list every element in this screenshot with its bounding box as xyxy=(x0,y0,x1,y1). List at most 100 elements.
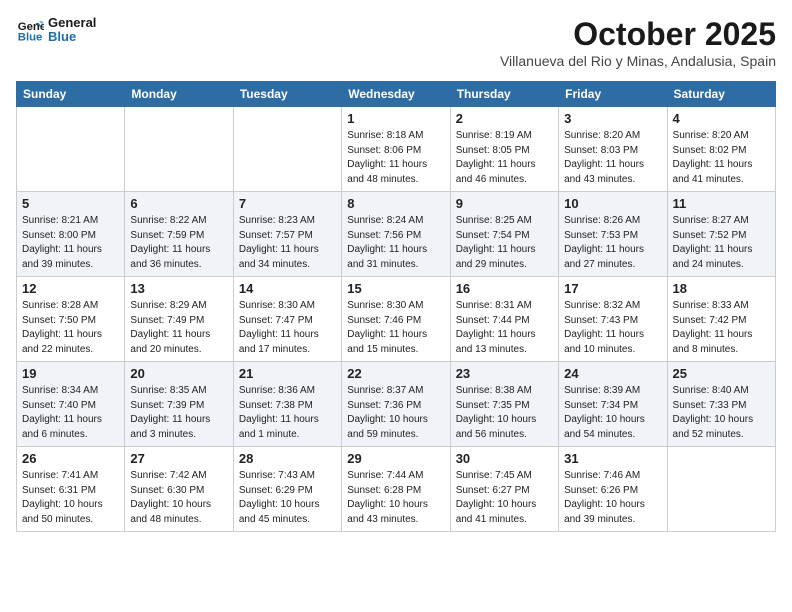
column-header-wednesday: Wednesday xyxy=(342,82,450,107)
day-number: 4 xyxy=(673,111,770,126)
day-number: 30 xyxy=(456,451,553,466)
day-info: Sunrise: 8:20 AM Sunset: 8:02 PM Dayligh… xyxy=(673,129,770,187)
day-info: Sunrise: 8:20 AM Sunset: 8:03 PM Dayligh… xyxy=(564,129,661,187)
day-number: 31 xyxy=(564,451,661,466)
column-header-tuesday: Tuesday xyxy=(233,82,341,107)
calendar-cell: 30 Sunrise: 7:45 AM Sunset: 6:27 PM Dayli… xyxy=(450,447,558,532)
calendar-cell: 28Sunrise: 7:43 AM Sunset: 6:29 PM Dayli… xyxy=(233,447,341,532)
day-number: 19 xyxy=(22,366,119,381)
day-number: 25 xyxy=(673,366,770,381)
day-number: 1 xyxy=(347,111,444,126)
calendar-cell: 16Sunrise: 8:31 AM Sunset: 7:44 PM Dayli… xyxy=(450,277,558,362)
day-info: Sunrise: 8:32 AM Sunset: 7:43 PM Dayligh… xyxy=(564,299,661,357)
day-number: 20 xyxy=(130,366,227,381)
location-subtitle: Villanueva del Rio y Minas, Andalusia, S… xyxy=(500,53,776,69)
day-info: Sunrise: 7:45 AM Sunset: 6:27 PM Dayligh… xyxy=(456,469,553,527)
calendar-cell: 29 Sunrise: 7:44 AM Sunset: 6:28 PM Dayli… xyxy=(342,447,450,532)
column-header-sunday: Sunday xyxy=(17,82,125,107)
day-info: Sunrise: 8:37 AM Sunset: 7:36 PM Dayligh… xyxy=(347,384,444,442)
calendar-table: SundayMondayTuesdayWednesdayThursdayFrid… xyxy=(16,81,776,532)
title-section: October 2025 Villanueva del Rio y Minas,… xyxy=(500,16,776,69)
day-number: 3 xyxy=(564,111,661,126)
day-info: Sunrise: 8:39 AM Sunset: 7:34 PM Dayligh… xyxy=(564,384,661,442)
column-header-thursday: Thursday xyxy=(450,82,558,107)
calendar-cell: 25Sunrise: 8:40 AM Sunset: 7:33 PM Dayli… xyxy=(667,362,775,447)
day-info: Sunrise: 8:38 AM Sunset: 7:35 PM Dayligh… xyxy=(456,384,553,442)
day-number: 13 xyxy=(130,281,227,296)
day-number: 18 xyxy=(673,281,770,296)
calendar-cell: 4 Sunrise: 8:20 AM Sunset: 8:02 PM Daylig… xyxy=(667,107,775,192)
day-info: Sunrise: 8:18 AM Sunset: 8:06 PM Dayligh… xyxy=(347,129,444,187)
day-info: Sunrise: 8:33 AM Sunset: 7:42 PM Dayligh… xyxy=(673,299,770,357)
column-header-saturday: Saturday xyxy=(667,82,775,107)
calendar-week-row: 1 Sunrise: 8:18 AM Sunset: 8:06 PM Daylig… xyxy=(17,107,776,192)
calendar-cell: 24 Sunrise: 8:39 AM Sunset: 7:34 PM Dayli… xyxy=(559,362,667,447)
column-header-monday: Monday xyxy=(125,82,233,107)
logo-text-blue: Blue xyxy=(48,30,96,44)
calendar-cell: 13Sunrise: 8:29 AM Sunset: 7:49 PM Dayli… xyxy=(125,277,233,362)
day-number: 24 xyxy=(564,366,661,381)
calendar-cell xyxy=(17,107,125,192)
calendar-header-row: SundayMondayTuesdayWednesdayThursdayFrid… xyxy=(17,82,776,107)
month-title: October 2025 xyxy=(500,16,776,53)
calendar-cell: 23 Sunrise: 8:38 AM Sunset: 7:35 PM Dayli… xyxy=(450,362,558,447)
day-info: Sunrise: 8:28 AM Sunset: 7:50 PM Dayligh… xyxy=(22,299,119,357)
day-number: 27 xyxy=(130,451,227,466)
calendar-cell: 14Sunrise: 8:30 AM Sunset: 7:47 PM Dayli… xyxy=(233,277,341,362)
day-info: Sunrise: 8:23 AM Sunset: 7:57 PM Dayligh… xyxy=(239,214,336,272)
calendar-cell: 8Sunrise: 8:24 AM Sunset: 7:56 PM Daylig… xyxy=(342,192,450,277)
day-info: Sunrise: 8:22 AM Sunset: 7:59 PM Dayligh… xyxy=(130,214,227,272)
calendar-cell: 15Sunrise: 8:30 AM Sunset: 7:46 PM Dayli… xyxy=(342,277,450,362)
calendar-cell xyxy=(667,447,775,532)
calendar-cell: 9Sunrise: 8:25 AM Sunset: 7:54 PM Daylig… xyxy=(450,192,558,277)
day-info: Sunrise: 8:24 AM Sunset: 7:56 PM Dayligh… xyxy=(347,214,444,272)
svg-text:Blue: Blue xyxy=(18,32,43,44)
day-number: 22 xyxy=(347,366,444,381)
day-info: Sunrise: 7:42 AM Sunset: 6:30 PM Dayligh… xyxy=(130,469,227,527)
logo-icon: General Blue xyxy=(16,16,44,44)
calendar-cell: 1 Sunrise: 8:18 AM Sunset: 8:06 PM Daylig… xyxy=(342,107,450,192)
day-info: Sunrise: 8:34 AM Sunset: 7:40 PM Dayligh… xyxy=(22,384,119,442)
day-info: Sunrise: 8:25 AM Sunset: 7:54 PM Dayligh… xyxy=(456,214,553,272)
day-info: Sunrise: 8:35 AM Sunset: 7:39 PM Dayligh… xyxy=(130,384,227,442)
calendar-week-row: 26Sunrise: 7:41 AM Sunset: 6:31 PM Dayli… xyxy=(17,447,776,532)
day-number: 2 xyxy=(456,111,553,126)
calendar-cell: 21 Sunrise: 8:36 AM Sunset: 7:38 PM Dayli… xyxy=(233,362,341,447)
day-number: 11 xyxy=(673,196,770,211)
day-number: 26 xyxy=(22,451,119,466)
calendar-cell: 2 Sunrise: 8:19 AM Sunset: 8:05 PM Daylig… xyxy=(450,107,558,192)
day-info: Sunrise: 7:44 AM Sunset: 6:28 PM Dayligh… xyxy=(347,469,444,527)
calendar-cell: 26Sunrise: 7:41 AM Sunset: 6:31 PM Dayli… xyxy=(17,447,125,532)
day-number: 29 xyxy=(347,451,444,466)
calendar-cell: 17 Sunrise: 8:32 AM Sunset: 7:43 PM Dayli… xyxy=(559,277,667,362)
day-info: Sunrise: 8:30 AM Sunset: 7:47 PM Dayligh… xyxy=(239,299,336,357)
day-number: 6 xyxy=(130,196,227,211)
day-number: 10 xyxy=(564,196,661,211)
day-number: 21 xyxy=(239,366,336,381)
logo: General Blue General Blue xyxy=(16,16,96,45)
day-number: 15 xyxy=(347,281,444,296)
page-header: General Blue General Blue October 2025 V… xyxy=(16,16,776,69)
calendar-cell: 11 Sunrise: 8:27 AM Sunset: 7:52 PM Dayli… xyxy=(667,192,775,277)
calendar-cell: 31Sunrise: 7:46 AM Sunset: 6:26 PM Dayli… xyxy=(559,447,667,532)
calendar-cell: 20 Sunrise: 8:35 AM Sunset: 7:39 PM Dayli… xyxy=(125,362,233,447)
day-info: Sunrise: 8:27 AM Sunset: 7:52 PM Dayligh… xyxy=(673,214,770,272)
calendar-cell: 7 Sunrise: 8:23 AM Sunset: 7:57 PM Daylig… xyxy=(233,192,341,277)
day-info: Sunrise: 8:21 AM Sunset: 8:00 PM Dayligh… xyxy=(22,214,119,272)
calendar-week-row: 12Sunrise: 8:28 AM Sunset: 7:50 PM Dayli… xyxy=(17,277,776,362)
day-info: Sunrise: 8:31 AM Sunset: 7:44 PM Dayligh… xyxy=(456,299,553,357)
day-number: 23 xyxy=(456,366,553,381)
day-number: 17 xyxy=(564,281,661,296)
day-info: Sunrise: 8:36 AM Sunset: 7:38 PM Dayligh… xyxy=(239,384,336,442)
calendar-cell: 3 Sunrise: 8:20 AM Sunset: 8:03 PM Daylig… xyxy=(559,107,667,192)
calendar-week-row: 5 Sunrise: 8:21 AM Sunset: 8:00 PM Daylig… xyxy=(17,192,776,277)
calendar-cell: 10 Sunrise: 8:26 AM Sunset: 7:53 PM Dayli… xyxy=(559,192,667,277)
day-info: Sunrise: 8:26 AM Sunset: 7:53 PM Dayligh… xyxy=(564,214,661,272)
logo-text-general: General xyxy=(48,16,96,30)
day-number: 5 xyxy=(22,196,119,211)
calendar-cell: 19 Sunrise: 8:34 AM Sunset: 7:40 PM Dayli… xyxy=(17,362,125,447)
day-number: 7 xyxy=(239,196,336,211)
column-header-friday: Friday xyxy=(559,82,667,107)
day-info: Sunrise: 8:19 AM Sunset: 8:05 PM Dayligh… xyxy=(456,129,553,187)
calendar-cell: 6 Sunrise: 8:22 AM Sunset: 7:59 PM Daylig… xyxy=(125,192,233,277)
